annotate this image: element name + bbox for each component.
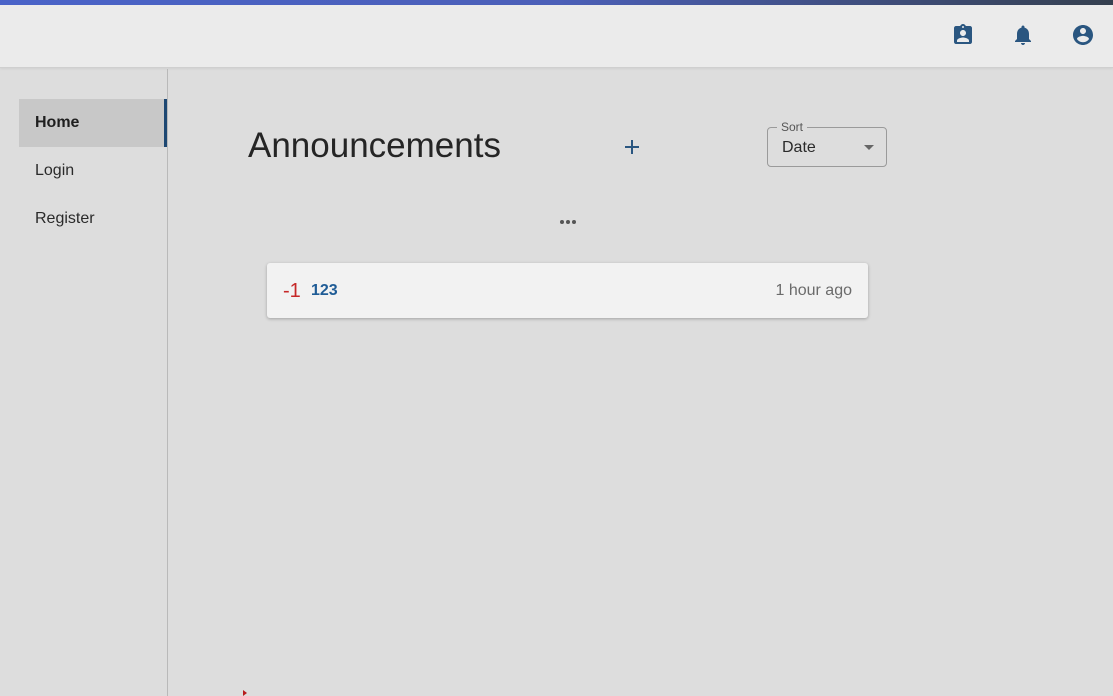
dot	[560, 220, 564, 224]
account-circle-icon[interactable]	[1069, 21, 1097, 49]
sort-label: Sort	[777, 120, 808, 134]
assignment-icon[interactable]	[949, 21, 977, 49]
sidebar-nav: Home Login Register	[0, 69, 168, 696]
announcement-card[interactable]: -1 123 1 hour ago	[267, 263, 868, 318]
sidebar-item-home[interactable]: Home	[19, 99, 167, 147]
plus-icon	[625, 140, 639, 154]
mouse-cursor	[243, 690, 247, 696]
sidebar-item-register[interactable]: Register	[19, 195, 167, 243]
more-horizontal-icon[interactable]	[555, 212, 581, 232]
announcement-score: -1	[283, 280, 301, 302]
notifications-icon[interactable]	[1009, 21, 1037, 49]
chevron-down-icon	[864, 145, 874, 150]
top-app-bar	[0, 5, 1113, 68]
announcement-title-link[interactable]: 123	[311, 282, 338, 300]
sort-select[interactable]: Sort Date	[767, 120, 887, 167]
sidebar-item-label: Register	[35, 210, 95, 227]
sidebar-item-label: Login	[35, 162, 75, 179]
sidebar-item-login[interactable]: Login	[19, 147, 167, 195]
sidebar-item-label: Home	[35, 114, 80, 131]
dot	[572, 220, 576, 224]
page-title: Announcements	[248, 126, 501, 165]
sort-value: Date	[782, 139, 816, 156]
add-announcement-button[interactable]	[618, 133, 646, 161]
announcement-timestamp: 1 hour ago	[775, 282, 852, 299]
dot	[566, 220, 570, 224]
